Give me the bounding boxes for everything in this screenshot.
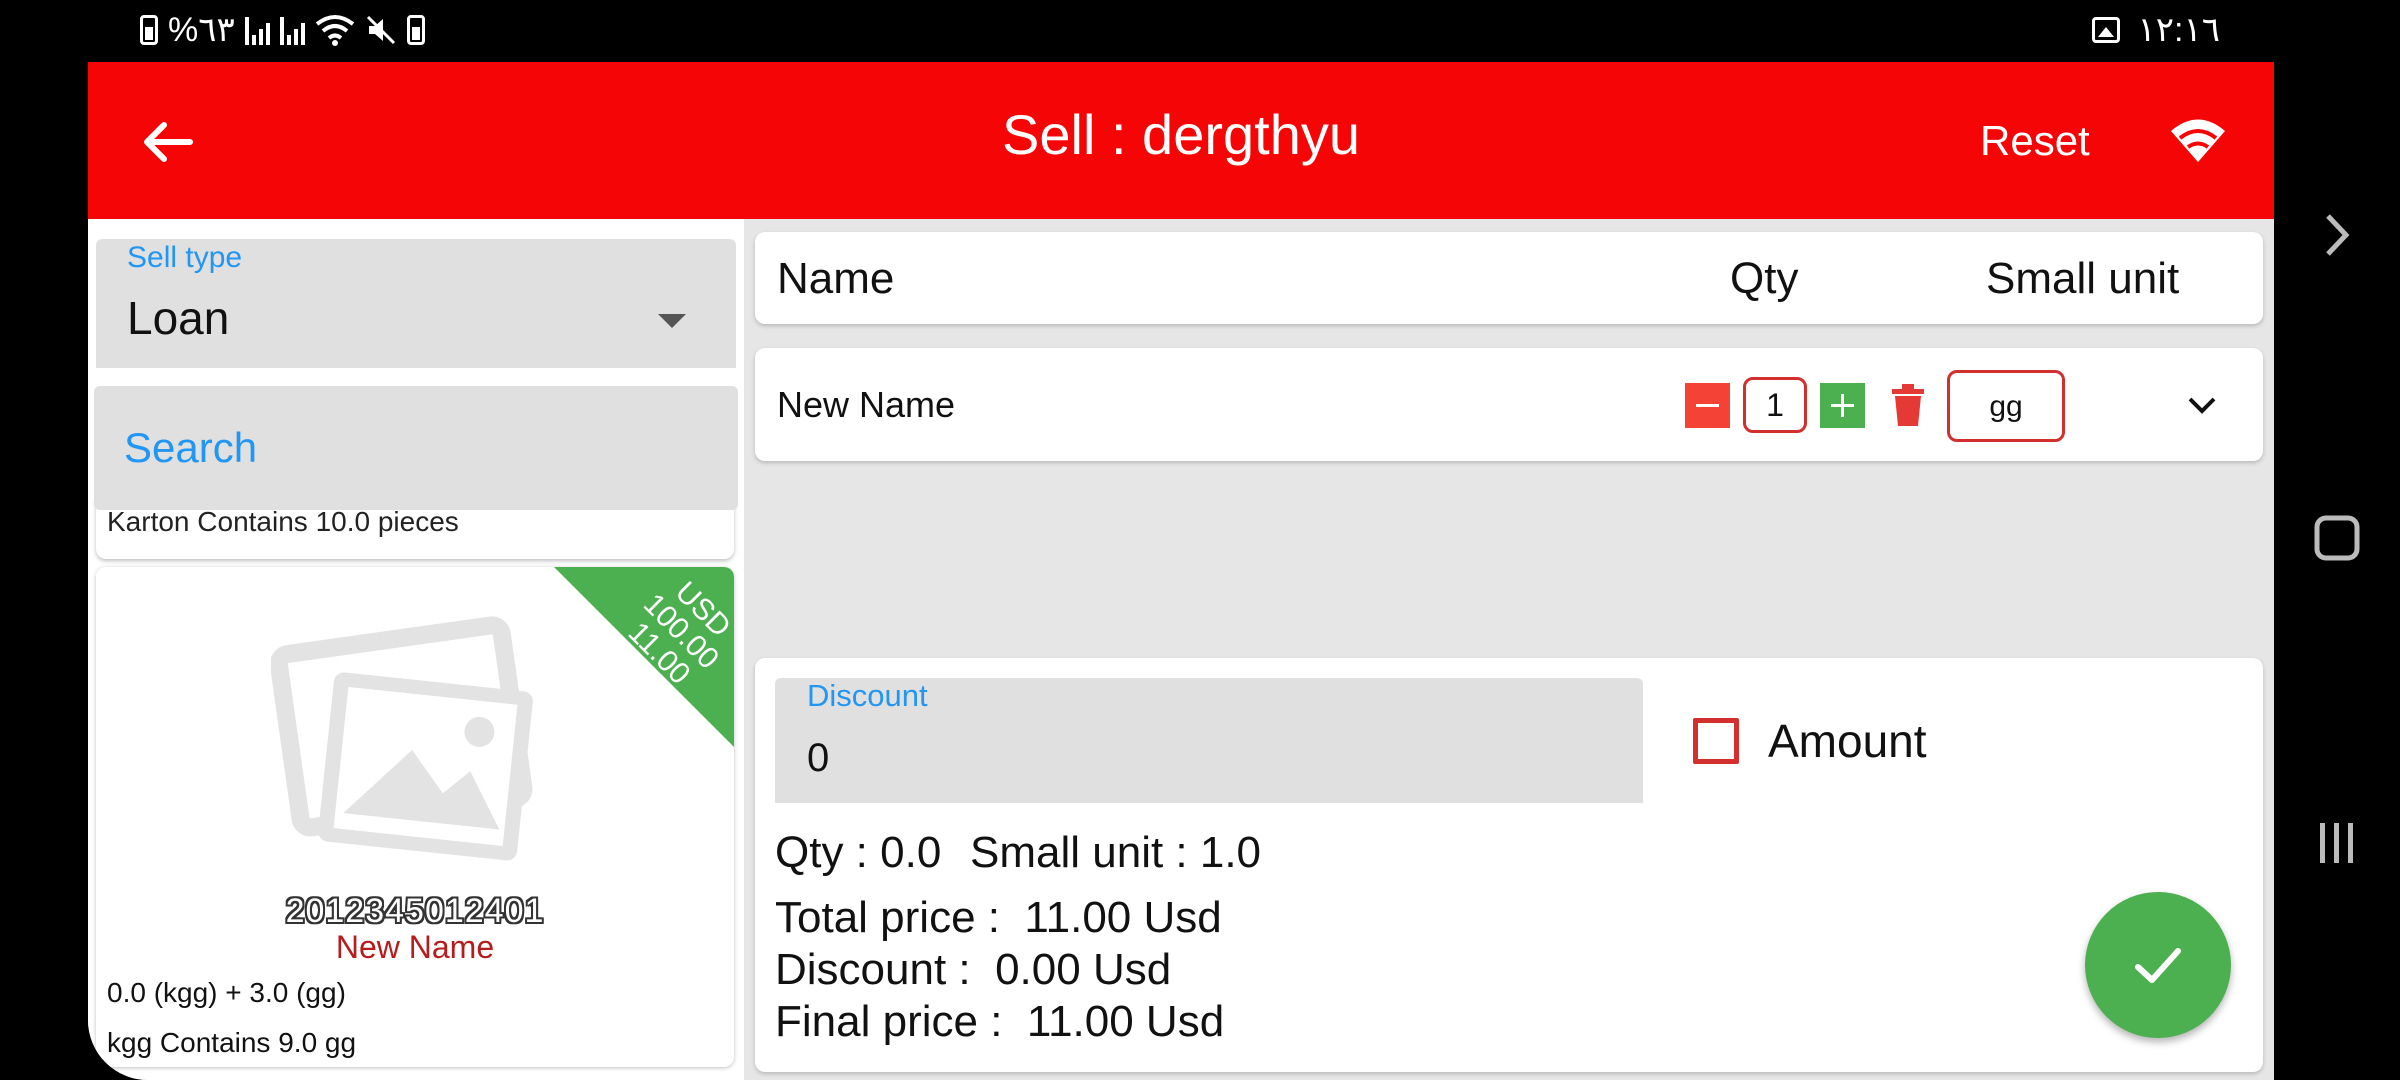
wifi-icon [315,15,354,46]
cart-item-row[interactable]: New Name 1 gg [755,348,2263,461]
search-input[interactable]: Search [94,386,738,510]
qty-summary: Qty : 0.0 [775,828,942,877]
product-card[interactable]: USD 100.00 11.00 2012345012401 New Name … [96,567,734,1067]
sell-type-dropdown[interactable]: Sell type Loan [96,239,736,368]
image-icon [2091,17,2120,43]
status-bar: %٦٣ ١٢:١٦ [0,0,2400,62]
system-nav-bar [2274,0,2400,1080]
mute-icon [366,15,395,45]
status-left: %٦٣ [140,10,425,50]
recents-icon[interactable] [2312,818,2362,868]
product-conversion-text: Karton Contains 10.0 pieces [107,506,459,537]
status-time: ١٢:١٦ [2137,11,2221,49]
sell-type-value: Loan [127,292,230,344]
battery-percent: %٦٣ [168,11,235,49]
confirm-sale-button[interactable] [2085,892,2231,1038]
home-icon[interactable] [2312,513,2362,563]
battery-saver-icon [406,15,425,45]
amount-label: Amount [1768,715,1927,767]
status-right: ١٢:١٦ [2091,10,2221,50]
column-header-name: Name [777,254,895,303]
unit-selector[interactable]: gg [1947,370,2065,442]
decrease-qty-button[interactable] [1685,383,1730,428]
reset-button[interactable]: Reset [1980,117,2090,165]
app-window: Sell : dergthyu Reset Sell type Loan Kar… [88,62,2274,1080]
final-price: Final price : 11.00 Usd [775,997,1225,1046]
qty-input[interactable]: 1 [1743,377,1807,433]
search-placeholder: Search [124,424,258,471]
chevron-right-icon[interactable] [2312,210,2362,260]
small-unit-summary: Small unit : 1.0 [970,828,1262,877]
app-bar: Sell : dergthyu Reset [88,62,2274,219]
cart-item-name: New Name [777,384,956,425]
wifi-icon[interactable] [2168,114,2228,166]
cart-header: Name Qty Small unit [755,232,2263,324]
discount-total: Discount : 0.00 Usd [775,945,1172,994]
increase-qty-button[interactable] [1820,383,1865,428]
sell-type-label: Sell type [127,241,243,274]
product-stock: 0.0 (kgg) + 3.0 (gg) [107,977,346,1008]
dropdown-caret-icon [658,314,686,328]
order-summary: Discount 0 Amount Qty : 0.0 Small unit :… [755,658,2263,1072]
product-conversion: kgg Contains 9.0 gg [107,1027,357,1058]
discount-label: Discount [807,678,928,713]
page-title: Sell : dergthyu [1002,103,1360,166]
battery-charging-icon [140,15,158,45]
chevron-down-icon[interactable] [2185,388,2219,422]
discount-input[interactable]: 0 [807,736,829,781]
signal-icon [279,15,305,45]
total-price: Total price : 11.00 Usd [775,893,1222,942]
check-icon [2135,948,2181,983]
product-panel: Sell type Loan Karton Contains 10.0 piec… [88,219,744,1080]
column-header-qty: Qty [1730,254,1799,303]
product-image: USD 100.00 11.00 2012345012401 [96,567,734,930]
image-placeholder-icon [271,616,533,861]
signal-icon [244,15,270,45]
amount-checkbox[interactable] [1693,718,1739,764]
product-name: New Name [335,929,495,965]
trash-icon[interactable] [1890,384,1926,426]
product-barcode: 2012345012401 [285,892,545,930]
column-header-unit: Small unit [1986,254,2180,303]
discount-field[interactable]: Discount 0 [775,678,1643,803]
